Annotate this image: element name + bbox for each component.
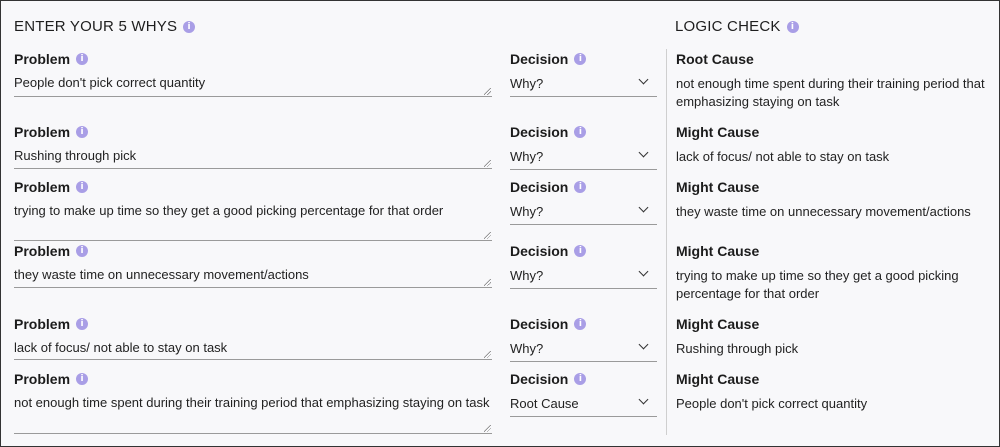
- resize-handle[interactable]: [484, 279, 491, 286]
- cause-label: Might Cause: [676, 316, 760, 332]
- decision-label: Decision i: [510, 371, 587, 387]
- whys-header: ENTER YOUR 5 WHYS i: [14, 18, 196, 35]
- decision-select[interactable]: Why?: [510, 199, 657, 225]
- logic-header: LOGIC CHECK i: [675, 18, 799, 35]
- info-icon[interactable]: i: [574, 126, 587, 138]
- problem-label: Problem i: [14, 243, 89, 259]
- cause-label: Might Cause: [676, 179, 760, 195]
- info-icon[interactable]: i: [574, 53, 587, 65]
- cause-text: not enough time spent during their train…: [676, 76, 985, 109]
- info-icon[interactable]: i: [76, 126, 89, 138]
- decision-select[interactable]: Why?: [510, 263, 657, 289]
- chevron-down-icon: [638, 394, 649, 405]
- problem-textarea[interactable]: People don't pick correct quantity: [14, 74, 492, 97]
- resize-handle[interactable]: [484, 232, 491, 239]
- problem-textarea[interactable]: they waste time on unnecessary movement/…: [14, 266, 492, 288]
- problem-label: Problem i: [14, 179, 89, 195]
- decision-select[interactable]: Root Cause: [510, 391, 657, 417]
- problem-textarea[interactable]: trying to make up time so they get a goo…: [14, 202, 492, 241]
- problem-label: Problem i: [14, 124, 89, 140]
- cause-text: trying to make up time so they get a goo…: [676, 268, 959, 301]
- problem-label: Problem i: [14, 371, 89, 387]
- decision-label: Decision i: [510, 243, 587, 259]
- cause-label: Might Cause: [676, 371, 760, 387]
- info-icon[interactable]: i: [76, 53, 89, 65]
- resize-handle[interactable]: [484, 351, 491, 358]
- cause-text: Rushing through pick: [676, 341, 799, 356]
- info-icon[interactable]: i: [574, 245, 587, 257]
- chevron-down-icon: [638, 266, 649, 277]
- decision-select[interactable]: Why?: [510, 336, 657, 362]
- cause-label: Root Cause: [676, 51, 754, 67]
- cause-text: People don't pick correct quantity: [676, 396, 868, 411]
- problem-textarea[interactable]: not enough time spent during their train…: [14, 394, 492, 434]
- resize-handle[interactable]: [484, 425, 491, 432]
- cause-text: lack of focus/ not able to stay on task: [676, 149, 890, 164]
- info-icon[interactable]: i: [76, 245, 89, 257]
- problem-textarea[interactable]: Rushing through pick: [14, 147, 492, 169]
- chevron-down-icon: [638, 339, 649, 350]
- five-whys-panel: ENTER YOUR 5 WHYS i LOGIC CHECK i Proble…: [0, 0, 1000, 447]
- info-icon[interactable]: i: [76, 181, 89, 193]
- info-icon[interactable]: i: [574, 318, 587, 330]
- chevron-down-icon: [638, 202, 649, 213]
- cause-label: Might Cause: [676, 124, 760, 140]
- problem-textarea[interactable]: lack of focus/ not able to stay on task: [14, 339, 492, 360]
- decision-label: Decision i: [510, 316, 587, 332]
- resize-handle[interactable]: [484, 160, 491, 167]
- problem-label: Problem i: [14, 316, 89, 332]
- info-icon[interactable]: i: [574, 373, 587, 385]
- chevron-down-icon: [638, 147, 649, 158]
- resize-handle[interactable]: [484, 88, 491, 95]
- decision-label: Decision i: [510, 124, 587, 140]
- problem-label: Problem i: [14, 51, 89, 67]
- info-icon[interactable]: i: [574, 181, 587, 193]
- decision-label: Decision i: [510, 51, 587, 67]
- info-icon[interactable]: i: [76, 318, 89, 330]
- decision-select[interactable]: Why?: [510, 71, 657, 97]
- column-divider: [666, 49, 667, 435]
- cause-text: they waste time on unnecessary movement/…: [676, 204, 971, 219]
- chevron-down-icon: [638, 74, 649, 85]
- logic-title: LOGIC CHECK: [675, 18, 781, 35]
- cause-label: Might Cause: [676, 243, 760, 259]
- decision-label: Decision i: [510, 179, 587, 195]
- info-icon[interactable]: i: [76, 373, 89, 385]
- whys-title: ENTER YOUR 5 WHYS: [14, 18, 178, 35]
- info-icon[interactable]: i: [786, 20, 799, 33]
- decision-select[interactable]: Why?: [510, 144, 657, 170]
- info-icon[interactable]: i: [183, 20, 196, 33]
